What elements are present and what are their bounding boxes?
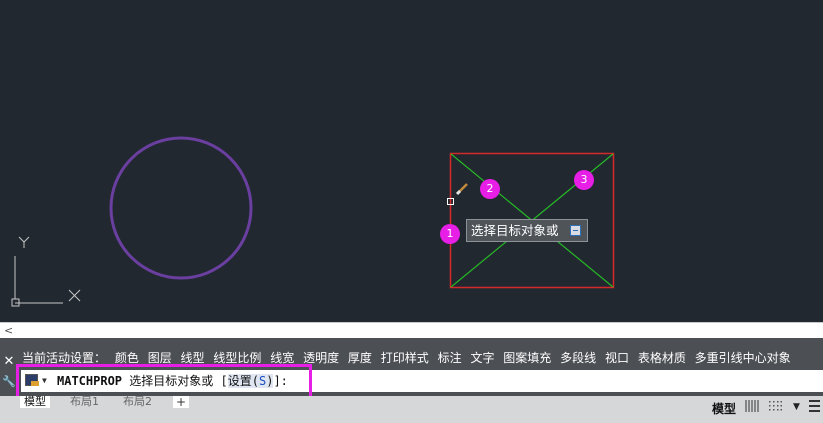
history-item: 视口 [604, 351, 629, 365]
prompt-suffix: ]: [273, 374, 288, 388]
command-prompt: MATCHPROP 选择目标对象或 [设置(S)]: [57, 370, 288, 392]
tab-layout1[interactable]: 布局1 [70, 396, 99, 408]
tab-layout2[interactable]: 布局2 [123, 396, 152, 408]
history-item: 图层 [147, 351, 172, 365]
scroll-left-arrow-icon[interactable]: < [4, 324, 13, 337]
bracket-open: [ [220, 374, 228, 388]
command-panel: ✕ 🔧 当前活动设置： 颜色 图层 线型 线型比例 线宽 透明度 厚度 打印样式… [0, 338, 823, 396]
history-item: 颜色 [114, 351, 139, 365]
command-line-input[interactable]: ▼ MATCHPROP 选择目标对象或 [设置(S)]: [21, 370, 823, 392]
menu-icon[interactable] [809, 400, 820, 412]
snap-icon[interactable] [768, 400, 782, 412]
tab-model[interactable]: 模型 [20, 396, 50, 408]
history-prefix: 当前活动设置： [22, 351, 107, 365]
history-item: 透明度 [303, 351, 340, 365]
status-bar: 模型 布局1 布局2 + 模型 ▼ [0, 396, 823, 423]
snap-dropdown-chevron-icon[interactable]: ▼ [793, 402, 800, 412]
chevron-down-icon[interactable]: ▼ [42, 370, 47, 392]
paintbrush-cursor-icon [455, 183, 468, 196]
model-space-button[interactable]: 模型 [712, 400, 736, 417]
tooltip-expand-icon[interactable] [570, 225, 581, 236]
history-item: 图案填充 [503, 351, 552, 365]
badge-1: 1 [440, 224, 460, 244]
drawing-canvas[interactable]: YX 1 2 3 选择目标对象或 [0, 0, 823, 322]
tooltip-text: 选择目标对象或 [471, 223, 559, 238]
badge-2: 2 [480, 179, 500, 199]
history-item: 打印样式 [380, 351, 429, 365]
command-icon[interactable] [25, 374, 39, 386]
grid-icon[interactable] [745, 400, 759, 412]
history-item: 厚度 [347, 351, 372, 365]
settings-option[interactable]: 设置(S) [227, 374, 274, 388]
history-item: 多重引线中心对象 [694, 351, 791, 365]
add-layout-button[interactable]: + [173, 396, 189, 408]
command-prompt-text: 选择目标对象或 [129, 374, 221, 388]
circle-object[interactable] [109, 136, 253, 280]
horizontal-scrollbar[interactable]: < [0, 322, 823, 338]
history-item: 线宽 [270, 351, 295, 365]
drawing-area[interactable]: YX [0, 0, 823, 322]
history-item: 标注 [437, 351, 462, 365]
option-label: 设置( [227, 374, 259, 388]
close-icon[interactable]: ✕ [0, 354, 18, 370]
history-item: 表格材质 [637, 351, 686, 365]
history-item: 线型比例 [213, 351, 262, 365]
wrench-icon[interactable]: 🔧 [0, 374, 18, 390]
badge-3: 3 [574, 170, 594, 190]
history-item: 文字 [470, 351, 495, 365]
prompt-tooltip: 选择目标对象或 [466, 219, 588, 242]
command-name: MATCHPROP [57, 374, 123, 388]
history-item: 多段线 [560, 351, 597, 365]
history-item: 线型 [180, 351, 205, 365]
command-history: 当前活动设置： 颜色 图层 线型 线型比例 线宽 透明度 厚度 打印样式 标注 … [22, 350, 796, 367]
